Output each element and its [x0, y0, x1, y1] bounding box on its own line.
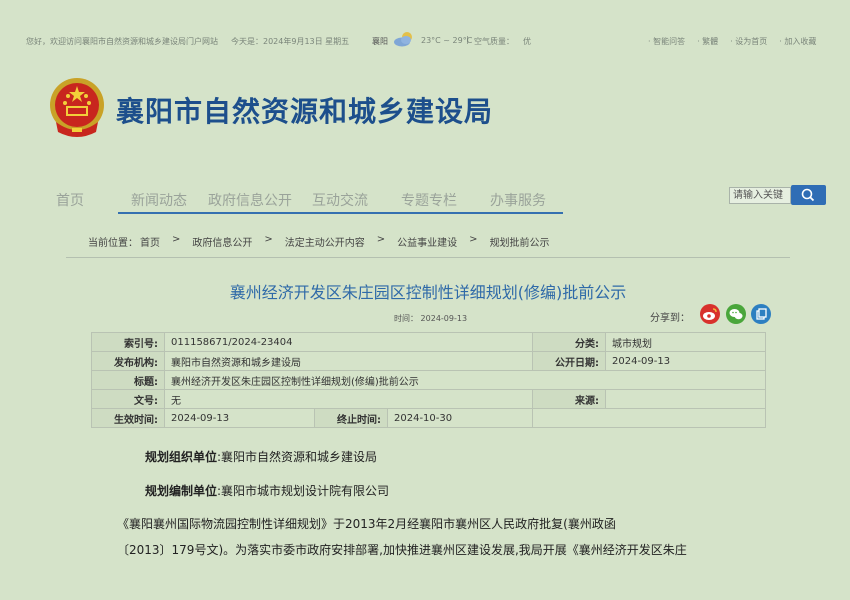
cloud-icon: [393, 31, 415, 49]
breadcrumb-sep: >: [264, 234, 273, 245]
aqi-label: 空气质量：: [474, 37, 514, 46]
table-row: 索引号: 011158671/2024-23404 分类: 城市规划: [91, 332, 766, 352]
search-button[interactable]: [791, 185, 826, 205]
title-value: 襄州经济开发区朱庄园区控制性详细规划(修编)批前公示: [164, 370, 766, 390]
info-table: 索引号: 011158671/2024-23404 分类: 城市规划 发布机构:…: [91, 332, 766, 428]
publisher-value: 襄阳市自然资源和城乡建设局: [164, 351, 533, 371]
breadcrumb-sep: >: [172, 234, 181, 245]
breadcrumb-current[interactable]: 规划批前公示: [490, 234, 550, 249]
category-label: 分类:: [532, 332, 606, 352]
date-text: 今天是：2024年9月13日 星期五: [231, 37, 350, 46]
time-value: 2024-09-13: [420, 314, 468, 323]
table-row: 标题: 襄州经济开发区朱庄园区控制性详细规划(修编)批前公示: [91, 370, 766, 390]
effective-label: 生效时间:: [91, 408, 165, 428]
weather-temp: 23°C ~ 29°C: [421, 36, 473, 45]
top-link-favorite[interactable]: · 加入收藏: [779, 36, 816, 47]
docno-value: 无: [164, 389, 533, 409]
nav-services[interactable]: 办事服务: [490, 190, 546, 210]
nav-special[interactable]: 专题专栏: [401, 190, 457, 210]
breadcrumb-sep: >: [376, 234, 386, 245]
category-value: 城市规划: [605, 332, 766, 352]
org-value: :襄阳市自然资源和城乡建设局: [217, 450, 378, 464]
time-label: 时间：: [394, 314, 418, 323]
share-label: 分享到：: [650, 313, 690, 324]
top-link-qa[interactable]: · 智能问答: [648, 36, 685, 47]
index-label: 索引号:: [91, 332, 165, 352]
nav-interaction[interactable]: 互动交流: [312, 190, 368, 210]
table-row: 发布机构: 襄阳市自然资源和城乡建设局 公开日期: 2024-09-13: [91, 351, 766, 371]
site-header: 襄阳市自然资源和城乡建设局: [48, 76, 528, 140]
source-label: 来源:: [532, 389, 606, 409]
search-input[interactable]: 请输入关键: [729, 187, 791, 204]
pubdate-label: 公开日期:: [532, 351, 606, 371]
breadcrumb: 当前位置： 首页 > 政府信息公开 > 法定主动公开内容 > 公益事业建设 > …: [88, 234, 550, 249]
welcome-text: 您好，欢迎访问襄阳市自然资源和城乡建设局门户网站: [26, 37, 218, 46]
site-title: 襄阳市自然资源和城乡建设局: [116, 95, 494, 128]
effective-value: 2024-09-13: [164, 408, 315, 428]
breadcrumb-home[interactable]: 首页: [140, 234, 160, 249]
copy-icon[interactable]: [751, 304, 771, 324]
weather-city: 襄阳: [372, 37, 388, 46]
editor-line: 规划编制单位:襄阳市城市规划设计院有限公司: [145, 482, 389, 499]
breadcrumb-sep: >: [469, 234, 478, 245]
end-value: 2024-10-30: [387, 408, 533, 428]
emblem-icon[interactable]: [48, 76, 106, 140]
table-row: 文号: 无 来源:: [91, 389, 766, 409]
search-icon: [801, 188, 815, 202]
nav-gov-info[interactable]: 政府信息公开: [208, 190, 292, 210]
docno-label: 文号:: [91, 389, 165, 409]
pubdate-value: 2024-09-13: [605, 351, 766, 371]
top-links: · 智能问答 · 繁體 · 设为首页 · 加入收藏: [648, 36, 816, 47]
breadcrumb-gov-info[interactable]: 政府信息公开: [192, 234, 252, 249]
paragraph-line-2: 〔2013〕179号文)。为落实市委市政府安排部署,加快推进襄州区建设发展,我局…: [117, 543, 687, 557]
breadcrumb-public-welfare[interactable]: 公益事业建设: [397, 234, 457, 249]
table-row: 生效时间: 2024-09-13 终止时间: 2024-10-30: [91, 408, 766, 428]
breadcrumb-statutory[interactable]: 法定主动公开内容: [285, 234, 365, 249]
end-label: 终止时间:: [314, 408, 388, 428]
index-value: 011158671/2024-23404: [164, 332, 533, 352]
top-link-set-home[interactable]: · 设为首页: [730, 36, 767, 47]
divider: [66, 257, 790, 258]
article-title: 襄州经济开发区朱庄园区控制性详细规划(修编)批前公示: [229, 283, 627, 302]
divider: |: [466, 35, 469, 44]
paragraph-line-1: 《襄阳襄州国际物流园控制性详细规划》于2013年2月经襄阳市襄州区人民政府批复(…: [117, 517, 616, 531]
weibo-icon[interactable]: [700, 304, 720, 324]
empty-cell: [532, 408, 766, 428]
org-label: 规划组织单位: [145, 450, 218, 464]
source-value: [605, 389, 766, 409]
editor-label: 规划编制单位: [145, 484, 218, 498]
aqi-value: 优: [523, 37, 531, 46]
article-time: 时间： 2024-09-13: [394, 313, 467, 324]
editor-value: :襄阳市城市规划设计院有限公司: [217, 484, 390, 498]
wechat-icon[interactable]: [726, 304, 746, 324]
nav-underline: [118, 212, 563, 214]
breadcrumb-label: 当前位置：: [88, 238, 138, 249]
publisher-label: 发布机构:: [91, 351, 165, 371]
org-line: 规划组织单位:襄阳市自然资源和城乡建设局: [145, 448, 377, 465]
nav-home[interactable]: 首页: [56, 190, 84, 210]
main-nav: 首页 新闻动态 政府信息公开 互动交流 专题专栏 办事服务: [40, 185, 600, 215]
nav-news[interactable]: 新闻动态: [131, 190, 187, 210]
top-bar: 您好，欢迎访问襄阳市自然资源和城乡建设局门户网站 今天是：2024年9月13日 …: [0, 30, 850, 50]
title-label: 标题:: [91, 370, 165, 390]
top-link-traditional[interactable]: · 繁體: [697, 36, 718, 47]
